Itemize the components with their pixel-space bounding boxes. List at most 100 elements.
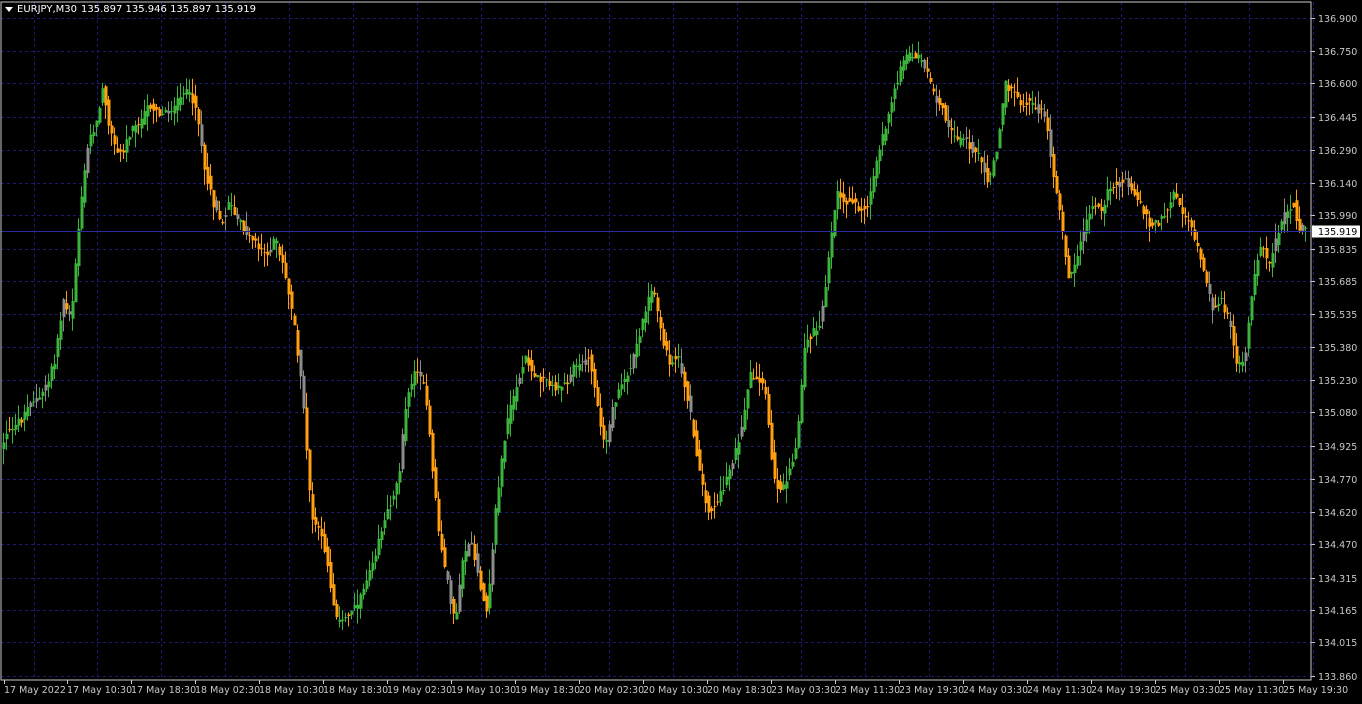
candle-body [1223, 304, 1227, 313]
candle-body [563, 382, 567, 384]
y-tick-label: 134.770 [1318, 475, 1357, 486]
y-tick-label: 136.445 [1318, 113, 1357, 124]
candle-body [605, 440, 609, 442]
candle-body [188, 92, 192, 95]
candle-body [1235, 346, 1239, 364]
candle-body [488, 583, 492, 609]
candle-body [320, 528, 324, 537]
candle-body [515, 386, 519, 402]
candle-body [155, 107, 159, 110]
candle-body [470, 542, 474, 545]
candle-body [209, 175, 213, 190]
candle-body [932, 88, 936, 92]
candle-body [215, 200, 219, 211]
candle-body [164, 110, 168, 113]
candle-body [1094, 205, 1098, 207]
candle-body [95, 120, 99, 128]
candle-body [104, 86, 108, 106]
candle-body [293, 315, 297, 326]
dropdown-triangle-icon[interactable] [5, 7, 13, 12]
candle-body [830, 232, 834, 258]
candle-body [1007, 85, 1011, 91]
candle-body [671, 362, 675, 365]
candle-body [344, 616, 348, 619]
candlestick-chart[interactable]: 136.900 136.750 136.600 136.445 136.290 136.1… [0, 0, 1362, 700]
candle-body [1217, 303, 1221, 306]
candle-body [473, 544, 477, 561]
candle-body [1121, 179, 1125, 183]
candle-body [224, 215, 228, 217]
candle-body [539, 376, 543, 382]
candle-body [1286, 211, 1290, 219]
candle-body [773, 452, 777, 479]
candle-body [1169, 202, 1173, 209]
candle-body [1292, 202, 1296, 208]
candle-body [731, 463, 735, 470]
candle-body [464, 551, 468, 562]
candle-body [872, 176, 876, 193]
price-axis[interactable]: 136.900 136.750 136.600 136.445 136.290 136.1… [1311, 14, 1360, 683]
candle-body [362, 588, 366, 596]
candle-body [689, 395, 693, 412]
candle-body [1136, 192, 1140, 201]
candle-body [257, 243, 261, 250]
candle-body [113, 135, 117, 145]
candle-body [272, 238, 276, 250]
candle-body [848, 197, 852, 202]
candle-body [995, 151, 999, 160]
candle-body [1046, 117, 1050, 132]
candle-body [1244, 352, 1248, 362]
candle-body [614, 402, 618, 407]
candle-body [851, 199, 855, 204]
candle-body [305, 407, 309, 451]
candle-body [755, 376, 759, 380]
candle-body [38, 397, 42, 400]
candle-body [392, 495, 396, 500]
candle-body [806, 339, 810, 348]
candle-body [791, 461, 795, 467]
x-tick-label: 17 May 18:30 [131, 685, 196, 696]
candle-body [647, 296, 651, 311]
candle-body [23, 411, 27, 420]
candle-body [599, 407, 603, 427]
candle-body [839, 192, 843, 198]
candle-body [1016, 92, 1020, 98]
candle-body [680, 363, 684, 374]
candle-body [227, 202, 231, 210]
chart-frame[interactable]: 136.900 136.750 136.600 136.445 136.290 136.1… [0, 0, 1362, 700]
candle-body [1271, 252, 1275, 268]
candle-body [785, 481, 789, 489]
symbol-header[interactable]: EURJPY,M30 135.897 135.946 135.897 135.9… [5, 4, 256, 15]
candle-body [935, 95, 939, 103]
candle-body [1109, 188, 1113, 192]
candle-body [1277, 233, 1281, 246]
y-tick-label: 134.925 [1318, 442, 1357, 453]
candle-body [1097, 203, 1101, 207]
candle-body [1256, 260, 1260, 277]
y-tick-label: 134.165 [1318, 606, 1357, 617]
y-tick-label: 136.140 [1318, 179, 1357, 190]
candle [467, 542, 471, 557]
candle-body [1193, 229, 1197, 240]
candle-body [32, 401, 36, 403]
candle-body [8, 428, 12, 430]
candle-body [1289, 209, 1293, 211]
candle-body [317, 526, 321, 528]
candle-body [170, 110, 174, 112]
candle-body [938, 98, 942, 105]
candle-body [1181, 207, 1185, 215]
candle-body [1133, 189, 1137, 196]
candle-body [893, 88, 897, 100]
candle-body [1124, 178, 1128, 180]
candle-body [1034, 107, 1038, 110]
candle-body [1283, 212, 1287, 225]
candle-body [284, 262, 288, 279]
candle-body [776, 479, 780, 489]
candle-body [635, 343, 639, 358]
x-tick-label: 24 May 03:30 [963, 685, 1028, 696]
candle-body [20, 419, 24, 423]
candle-body [740, 426, 744, 437]
candle-body [701, 474, 705, 485]
candle-body [1280, 221, 1284, 230]
candle-body [542, 377, 546, 379]
